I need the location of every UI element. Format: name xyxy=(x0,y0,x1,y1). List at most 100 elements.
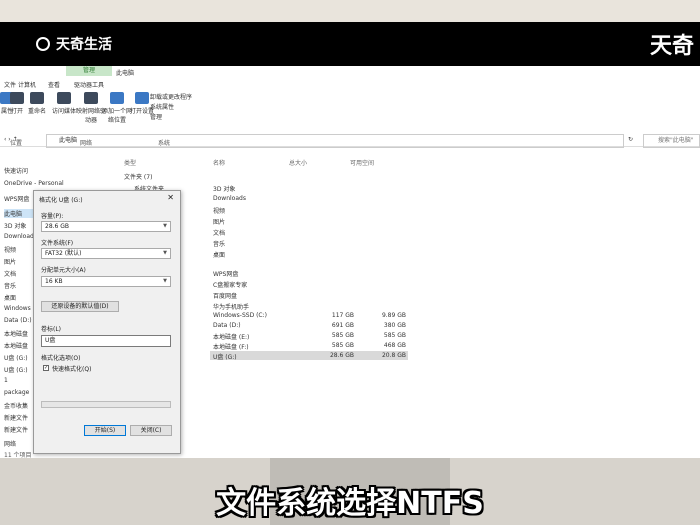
list-item[interactable]: 视频 xyxy=(213,206,225,215)
close-button[interactable]: 关闭(C) xyxy=(130,425,172,436)
chevron-down-icon: ▼ xyxy=(163,278,167,284)
address-row: ‹ › ↑ 此电脑 ↻ 搜索"此电脑" xyxy=(0,134,700,150)
settings-icon xyxy=(135,92,149,104)
folder-group-header: 文件夹 (7) xyxy=(124,174,153,181)
table-row[interactable]: Data (D:) 691 GB 380 GB xyxy=(210,321,408,330)
list-item[interactable]: 音乐 xyxy=(213,239,225,248)
sidebar-item-videos[interactable]: 视频 xyxy=(4,245,16,254)
sidebar-item-network[interactable]: 网络 xyxy=(4,439,16,448)
drive-name: 本地磁盘 (E:) xyxy=(213,334,250,341)
uninstall-link[interactable]: 卸载或更改程序 xyxy=(150,92,192,101)
brand-logo-icon xyxy=(36,37,50,51)
quick-format-checkbox[interactable]: ✓ xyxy=(43,365,49,371)
drive-total: 28.6 GB xyxy=(329,352,354,359)
table-row[interactable]: U盘 (G:) 28.6 GB 20.8 GB xyxy=(210,351,408,361)
sidebar-item-3d[interactable]: 3D 对象 xyxy=(4,221,26,230)
brand-corner: 天奇 xyxy=(649,34,694,59)
ribbon-tabs: 文件 计算机 查看 驱动器工具 此电脑 xyxy=(0,66,700,89)
drive-free: 468 GB xyxy=(383,342,406,349)
sidebar-item-newfolder2[interactable]: 新建文件 xyxy=(4,425,28,434)
options-label: 格式化选项(O) xyxy=(41,355,81,362)
sidebar-item-music[interactable]: 音乐 xyxy=(4,281,16,290)
drive-name: Windows-SSD (C:) xyxy=(213,312,267,319)
format-dialog: 格式化 U盘 (G:) ✕ 容量(P): 28.6 GB ▼ 文件系统(F) FA… xyxy=(33,190,181,454)
add-location-icon xyxy=(110,92,124,104)
alloc-label: 分配单元大小(A) xyxy=(41,267,86,274)
nav-arrows[interactable]: ‹ › ↑ xyxy=(4,136,18,143)
sidebar-item-quick-access[interactable]: 快速访问 xyxy=(4,166,28,175)
system-props-link[interactable]: 系统属性 xyxy=(150,102,174,111)
manage-link[interactable]: 管理 xyxy=(150,112,162,121)
video-caption: 文件系统选择NTFS xyxy=(216,486,484,521)
refresh-icon[interactable]: ↻ xyxy=(628,136,633,143)
drive-total: 117 GB xyxy=(331,312,354,319)
open-button[interactable]: 打开 xyxy=(10,92,24,115)
sidebar-item-local1[interactable]: 本地磁盘 xyxy=(4,329,28,338)
alloc-select[interactable]: 16 KB ▼ xyxy=(41,276,171,287)
drive-name: Data (D:) xyxy=(213,322,241,329)
sidebar-item-local2[interactable]: 本地磁盘 xyxy=(4,341,28,350)
restore-defaults-button[interactable]: 还原设备的默认值(D) xyxy=(41,301,119,312)
brand-logo: 天奇生活 xyxy=(36,34,112,54)
search-input[interactable]: 搜索"此电脑" xyxy=(643,134,700,148)
drive-free: 20.8 GB xyxy=(381,352,406,359)
sidebar-item-onedrive[interactable]: OneDrive - Personal xyxy=(4,180,64,187)
status-items-count: 11 个项目 xyxy=(4,452,32,458)
media-icon xyxy=(57,92,71,104)
sidebar-item-wps[interactable]: WPS网盘 xyxy=(4,194,29,203)
capacity-label: 容量(P): xyxy=(41,213,64,220)
drive-free: 380 GB xyxy=(383,322,406,329)
table-row[interactable]: Windows-SSD (C:) 117 GB 9.89 GB xyxy=(210,311,408,320)
fs-label: 文件系统(F) xyxy=(41,240,74,247)
col-free[interactable]: 可用空间 xyxy=(350,158,374,167)
sidebar-item-udisk2[interactable]: U盘 (G:) xyxy=(4,365,28,374)
rename-icon xyxy=(30,92,44,104)
rename-button[interactable]: 重命名 xyxy=(28,92,46,115)
list-item[interactable]: 文档 xyxy=(213,228,225,237)
col-type[interactable]: 类型 xyxy=(124,158,136,167)
filesystem-select[interactable]: FAT32 (默认) ▼ xyxy=(41,248,171,259)
sidebar-item-data-d[interactable]: Data (D:) xyxy=(4,317,32,324)
open-icon xyxy=(10,92,24,104)
window-title: 此电脑 xyxy=(116,70,135,77)
list-item[interactable]: Downloads xyxy=(213,195,246,202)
volume-label: 卷标(L) xyxy=(41,326,62,333)
sidebar-item-downloads[interactable]: Downloads xyxy=(4,233,37,240)
list-item[interactable]: WPS网盘 xyxy=(213,269,238,278)
brand-bar: 天奇生活 天奇 xyxy=(0,22,700,66)
quick-format-label: 快速格式化(Q) xyxy=(52,366,92,373)
sidebar-item-pictures[interactable]: 图片 xyxy=(4,257,16,266)
sidebar-item-1[interactable]: 1 xyxy=(4,377,8,384)
drive-total: 585 GB xyxy=(331,332,354,339)
sidebar-item-desktop[interactable]: 桌面 xyxy=(4,293,16,302)
chevron-down-icon: ▼ xyxy=(163,223,167,229)
list-item[interactable]: 3D 对象 xyxy=(213,184,235,193)
table-row[interactable]: 本地磁盘 (F:) 585 GB 468 GB xyxy=(210,341,408,351)
sidebar-item-newfolder[interactable]: 新建文件 xyxy=(4,413,28,422)
sidebar-item-udisk[interactable]: U盘 (G:) xyxy=(4,353,28,362)
start-button[interactable]: 开始(S) xyxy=(84,425,126,436)
chevron-down-icon: ▼ xyxy=(163,250,167,256)
col-name[interactable]: 名称 xyxy=(213,158,225,167)
sidebar-item-windows[interactable]: Windows xyxy=(4,305,31,312)
capacity-select[interactable]: 28.6 GB ▼ xyxy=(41,221,171,232)
list-item[interactable]: 桌面 xyxy=(213,250,225,259)
close-icon[interactable]: ✕ xyxy=(167,193,174,202)
add-location-button[interactable]: 添加一个网络位置 xyxy=(102,92,132,124)
address-bar[interactable]: 此电脑 xyxy=(46,134,624,148)
list-item[interactable]: 图片 xyxy=(213,217,225,226)
volume-label-input[interactable]: U盘 xyxy=(41,335,171,347)
drive-name: U盘 (G:) xyxy=(213,354,237,361)
table-row[interactable]: 本地磁盘 (E:) 585 GB 585 GB xyxy=(210,331,408,341)
sidebar-item-docs[interactable]: 文档 xyxy=(4,269,16,278)
col-total[interactable]: 总大小 xyxy=(289,158,307,167)
map-drive-icon xyxy=(84,92,98,104)
drive-free: 9.89 GB xyxy=(381,312,406,319)
sidebar-item-coin[interactable]: 金币收集 xyxy=(4,401,28,410)
sidebar-item-package[interactable]: package xyxy=(4,389,29,396)
list-item[interactable]: C盘搬家专家 xyxy=(213,280,247,289)
list-item[interactable]: 百度网盘 xyxy=(213,291,237,300)
access-media-button[interactable]: 访问媒体 xyxy=(52,92,76,115)
background-top xyxy=(0,0,700,22)
list-item[interactable]: 华为手机助手 xyxy=(213,302,249,311)
